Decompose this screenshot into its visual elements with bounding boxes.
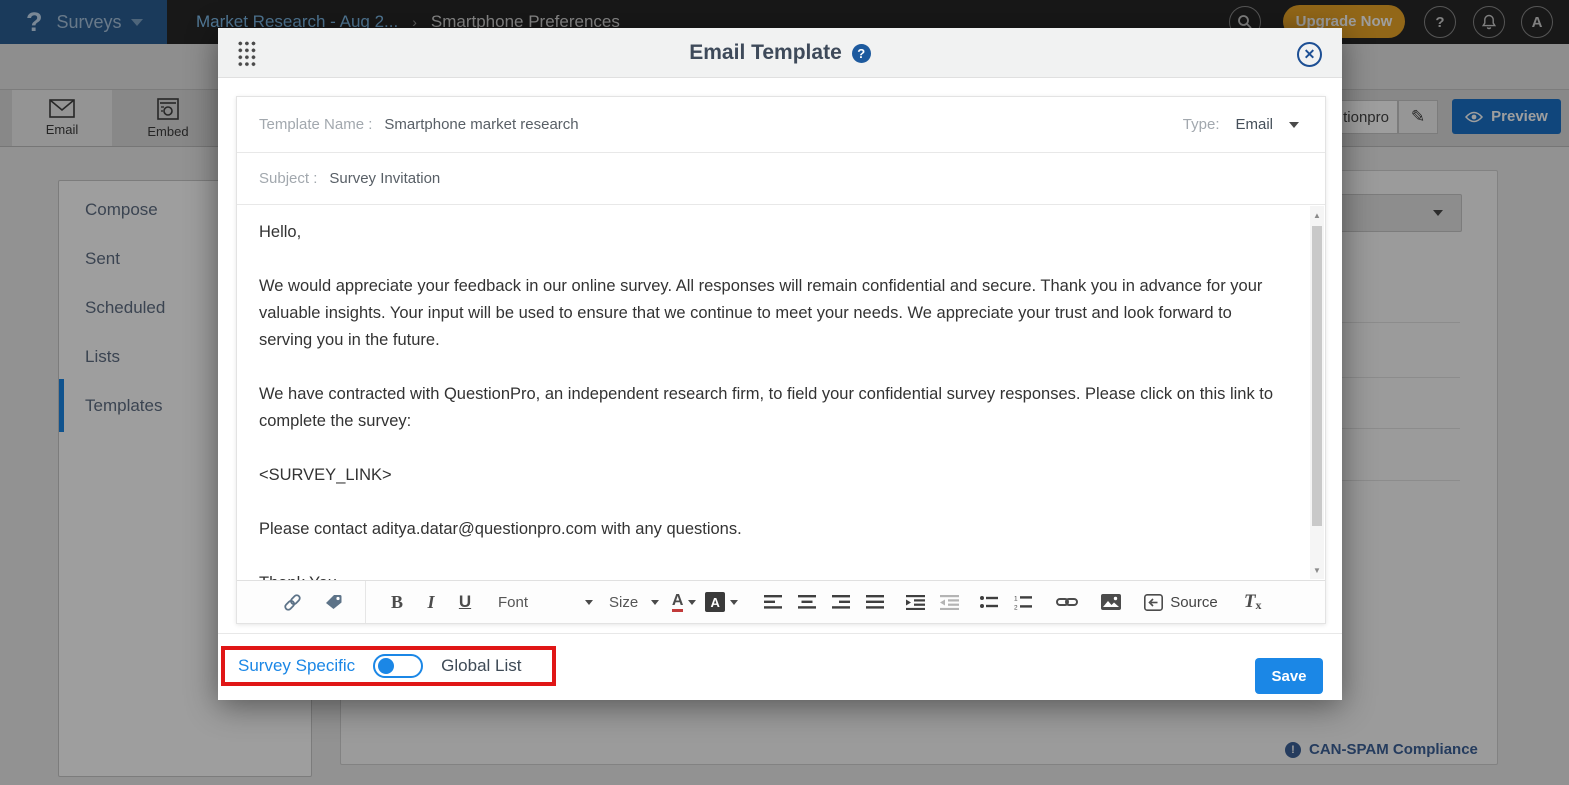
link-icon xyxy=(1056,596,1078,608)
bullet-list-button[interactable] xyxy=(976,587,1002,617)
align-right-icon xyxy=(832,595,850,609)
subject-input[interactable]: Survey Invitation xyxy=(329,170,440,187)
indent-decrease-button[interactable] xyxy=(936,587,962,617)
email-template-modal: Email Template ? ✕ Template Name : Smart… xyxy=(218,28,1342,700)
indent-increase-button[interactable] xyxy=(902,587,928,617)
save-label: Save xyxy=(1271,668,1306,685)
size-select-label: Size xyxy=(609,594,638,611)
background-color-letter: A xyxy=(705,592,725,612)
justify-icon xyxy=(866,595,884,609)
scroll-down-icon[interactable]: ▼ xyxy=(1310,563,1324,577)
chevron-down-icon xyxy=(1289,122,1299,128)
type-value: Email xyxy=(1235,116,1273,133)
survey-specific-label[interactable]: Survey Specific xyxy=(238,656,355,676)
subject-row: Subject : Survey Invitation xyxy=(237,153,1325,205)
list-scope-toggle[interactable] xyxy=(373,654,423,678)
close-button[interactable]: ✕ xyxy=(1297,42,1322,67)
list-scope-highlight-box: Survey Specific Global List xyxy=(221,646,556,686)
body-paragraph: We would appreciate your feedback in our… xyxy=(259,273,1279,354)
align-center-button[interactable] xyxy=(794,587,820,617)
template-card: Template Name : Smartphone market resear… xyxy=(236,96,1326,624)
body-paragraph: We have contracted with QuestionPro, an … xyxy=(259,381,1279,435)
align-left-icon xyxy=(764,595,782,609)
email-body-editor[interactable]: Hello, We would appreciate your feedback… xyxy=(237,205,1325,581)
editor-toolbar: B I U Font Size A A xyxy=(237,581,1325,623)
template-name-label: Template Name : xyxy=(259,116,372,133)
body-paragraph: Hello, xyxy=(259,219,1279,246)
body-paragraph: Please contact aditya.datar@questionpro.… xyxy=(259,516,1279,543)
align-center-icon xyxy=(798,595,816,609)
source-code-icon xyxy=(1144,594,1163,611)
insert-image-button[interactable] xyxy=(1098,587,1124,617)
size-select[interactable]: Size xyxy=(609,594,659,611)
merge-tag-button[interactable] xyxy=(321,587,347,617)
template-name-input[interactable]: Smartphone market research xyxy=(384,116,578,133)
template-name-row: Template Name : Smartphone market resear… xyxy=(237,97,1325,153)
modal-footer: Survey Specific Global List Save xyxy=(218,633,1342,700)
type-select[interactable]: Type: Email xyxy=(1183,116,1299,133)
bold-button[interactable]: B xyxy=(384,587,410,617)
modal-title: Email Template xyxy=(689,41,842,65)
source-label: Source xyxy=(1170,594,1218,611)
align-right-button[interactable] xyxy=(828,587,854,617)
editor-scrollbar[interactable]: ▲ ▼ xyxy=(1310,206,1324,579)
underline-button[interactable]: U xyxy=(452,587,478,617)
remove-format-button[interactable]: T x xyxy=(1240,587,1266,617)
questionpro-app: ? Surveys Market Research - Aug 2... › S… xyxy=(0,0,1569,785)
email-body-text: Hello, We would appreciate your feedback… xyxy=(237,205,1309,581)
font-select[interactable]: Font xyxy=(498,594,593,611)
text-color-button[interactable]: A xyxy=(671,587,697,617)
help-icon[interactable]: ? xyxy=(852,44,871,63)
save-button[interactable]: Save xyxy=(1255,658,1323,694)
text-color-letter: A xyxy=(672,593,684,612)
indent-decrease-icon xyxy=(940,595,959,610)
insert-link-button[interactable] xyxy=(1054,587,1080,617)
bullet-list-icon xyxy=(980,595,998,609)
italic-button[interactable]: I xyxy=(418,587,444,617)
scrollbar-thumb[interactable] xyxy=(1312,226,1322,526)
align-left-button[interactable] xyxy=(760,587,786,617)
close-icon: ✕ xyxy=(1304,46,1316,63)
scroll-up-icon[interactable]: ▲ xyxy=(1310,208,1324,222)
svg-text:1: 1 xyxy=(1014,595,1018,602)
chevron-down-icon xyxy=(585,600,593,605)
chevron-down-icon xyxy=(730,600,738,605)
body-paragraph: <SURVEY_LINK> xyxy=(259,462,1279,489)
indent-increase-icon xyxy=(906,595,925,610)
insert-merge-link-button[interactable] xyxy=(279,587,305,617)
numbered-list-button[interactable]: 1 2 xyxy=(1010,587,1036,617)
background-color-button[interactable]: A xyxy=(705,587,738,617)
remove-format-t: T xyxy=(1244,591,1256,613)
image-icon xyxy=(1101,594,1121,610)
svg-text:2: 2 xyxy=(1014,604,1018,610)
toolbar-divider xyxy=(365,581,366,623)
subject-label: Subject : xyxy=(259,170,317,187)
global-list-label[interactable]: Global List xyxy=(441,656,521,676)
type-label: Type: xyxy=(1183,116,1220,133)
numbered-list-icon: 1 2 xyxy=(1014,595,1032,610)
modal-header: Email Template ? ✕ xyxy=(218,28,1342,78)
font-select-label: Font xyxy=(498,594,528,611)
chain-link-icon xyxy=(283,593,302,612)
justify-button[interactable] xyxy=(862,587,888,617)
remove-format-x: x xyxy=(1256,598,1262,613)
tag-icon xyxy=(324,593,344,611)
chevron-down-icon xyxy=(651,600,659,605)
toggle-knob xyxy=(378,658,394,674)
source-button[interactable]: Source xyxy=(1144,587,1218,617)
chevron-down-icon xyxy=(688,600,696,605)
body-paragraph: Thank You xyxy=(259,570,1279,581)
